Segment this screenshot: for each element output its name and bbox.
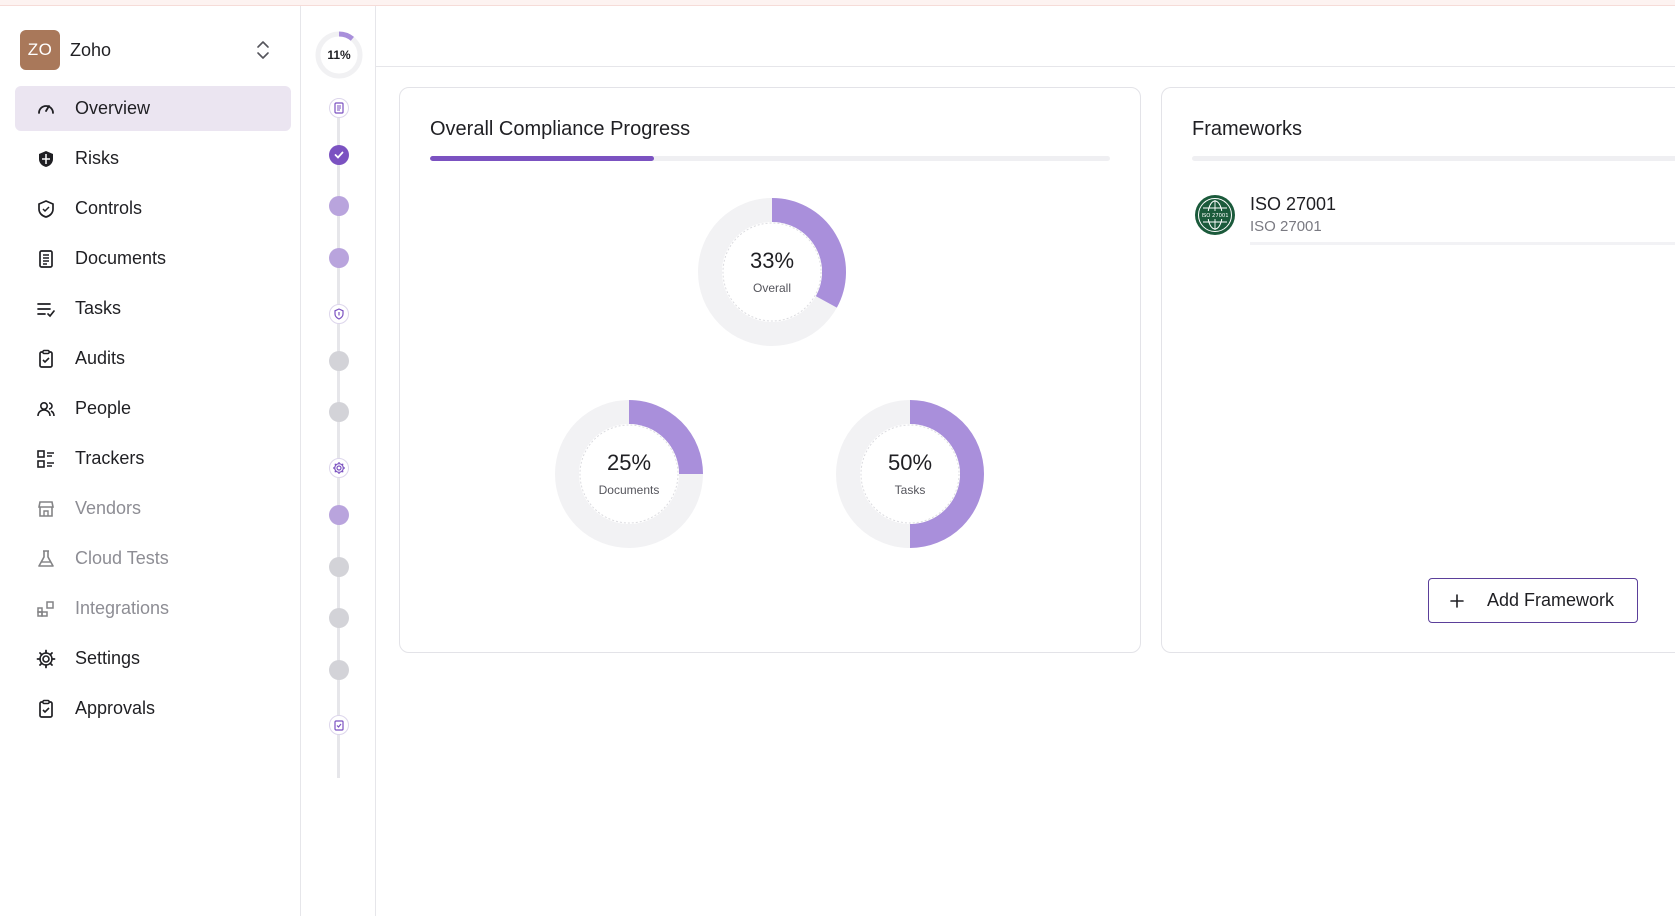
- rail-step-approvals[interactable]: [329, 715, 349, 735]
- gear-icon: [333, 462, 345, 474]
- sidebar-item-label: Documents: [75, 248, 167, 268]
- shield-outline-icon: [35, 198, 57, 220]
- overall-label: Overall: [752, 281, 791, 295]
- rail-step-controls[interactable]: [329, 304, 349, 324]
- compliance-progress-card: Overall Compliance Progress 33% Overall …: [399, 87, 1141, 653]
- clipboard-check-icon: [334, 720, 344, 731]
- plus-icon: [1450, 593, 1464, 608]
- onboarding-progress-rail: 11%: [301, 6, 376, 916]
- main-header: [376, 6, 1675, 67]
- org-name: Zoho: [70, 39, 112, 60]
- rail-step[interactable]: [329, 196, 349, 216]
- sidebar-item-risks[interactable]: Risks: [15, 136, 291, 181]
- gear-icon: [35, 648, 57, 670]
- overall-percent: 33%: [749, 248, 795, 273]
- rail-step[interactable]: [329, 351, 349, 371]
- compliance-progress-bar: [430, 156, 1110, 161]
- store-icon: [35, 498, 57, 520]
- rail-step[interactable]: [329, 402, 349, 422]
- rail-progress-badge[interactable]: 11%: [314, 30, 364, 80]
- flask-icon: [35, 548, 57, 570]
- rail-step-documents[interactable]: [329, 98, 349, 118]
- documents-donut: 25% Documents: [549, 394, 709, 554]
- shield-solid-icon: [35, 148, 57, 170]
- sidebar-item-label: Audits: [75, 348, 126, 368]
- framework-progress-track: [1250, 242, 1675, 245]
- integrations-icon: [35, 598, 57, 620]
- org-avatar: ZO: [20, 30, 60, 70]
- gauge-icon: [35, 98, 57, 120]
- sidebar-item-label: Vendors: [75, 498, 142, 518]
- rail-step[interactable]: [329, 608, 349, 628]
- framework-item[interactable]: ISO 27001 ISO 27001 ISO 27001: [1194, 192, 1675, 245]
- document-list-icon: [334, 102, 344, 114]
- sidebar-item-overview[interactable]: Overview: [15, 86, 291, 131]
- org-switcher[interactable]: ZO Zoho: [20, 30, 285, 70]
- sidebar-item-label: Overview: [75, 98, 151, 118]
- add-framework-button[interactable]: Add Framework: [1428, 578, 1638, 623]
- rail-step[interactable]: [329, 248, 349, 268]
- sidebar-item-label: Integrations: [75, 598, 170, 618]
- sidebar-item-label: Settings: [75, 648, 141, 668]
- sidebar-item-label: Tasks: [75, 298, 122, 318]
- rail-step[interactable]: [329, 505, 349, 525]
- clipboard-check-icon: [35, 698, 57, 720]
- framework-name: ISO 27001: [1250, 194, 1337, 214]
- check-icon: [334, 151, 344, 159]
- sidebar-item-approvals[interactable]: Approvals: [15, 686, 291, 731]
- chevron-updown-icon[interactable]: [255, 40, 271, 60]
- sidebar-item-settings[interactable]: Settings: [15, 636, 291, 681]
- rail-step[interactable]: [329, 557, 349, 577]
- documents-label: Documents: [598, 483, 660, 497]
- rail-step[interactable]: [329, 660, 349, 680]
- sidebar-item-tasks[interactable]: Tasks: [15, 286, 291, 331]
- framework-subtitle: ISO 27001: [1250, 218, 1322, 235]
- sidebar-item-vendors[interactable]: Vendors: [15, 486, 291, 531]
- sidebar-item-label: Controls: [75, 198, 143, 218]
- frameworks-card: Frameworks ISO 27001 ISO 27001 ISO 27001…: [1161, 87, 1675, 653]
- clipboard-check-icon: [35, 348, 57, 370]
- sidebar-item-label: Trackers: [75, 448, 145, 468]
- document-list-icon: [35, 248, 57, 270]
- sidebar: ZO Zoho Overview Risks Controls Document…: [0, 6, 301, 916]
- sidebar-item-people[interactable]: People: [15, 386, 291, 431]
- sidebar-item-audits[interactable]: Audits: [15, 336, 291, 381]
- rail-progress-label: 11%: [327, 48, 351, 62]
- sidebar-item-documents[interactable]: Documents: [15, 236, 291, 281]
- add-framework-label: Add Framework: [1487, 590, 1615, 610]
- documents-percent: 25%: [606, 450, 652, 475]
- sidebar-item-integrations[interactable]: Integrations: [15, 586, 291, 631]
- sidebar-item-controls[interactable]: Controls: [15, 186, 291, 231]
- sidebar-item-label: Risks: [75, 148, 119, 168]
- tasks-percent: 50%: [887, 450, 933, 475]
- sidebar-item-cloud-tests[interactable]: Cloud Tests: [15, 536, 291, 581]
- tasks-donut: 50% Tasks: [830, 394, 990, 554]
- tracker-grid-icon: [35, 448, 57, 470]
- tasks-label: Tasks: [894, 483, 926, 497]
- overall-donut: 33% Overall: [692, 192, 852, 352]
- sidebar-nav: Overview Risks Controls Documents Tasks …: [15, 86, 291, 736]
- frameworks-divider: [1192, 156, 1675, 161]
- shield-outline-icon: [334, 308, 344, 320]
- frameworks-card-title: Frameworks: [1192, 118, 1303, 140]
- sidebar-item-label: Cloud Tests: [75, 548, 169, 568]
- sidebar-item-trackers[interactable]: Trackers: [15, 436, 291, 481]
- logo-text: ISO 27001: [1201, 213, 1228, 219]
- people-icon: [35, 398, 57, 420]
- iso-27001-logo-icon: ISO 27001: [1195, 195, 1235, 235]
- sidebar-item-label: People: [75, 398, 132, 418]
- compliance-card-title: Overall Compliance Progress: [430, 118, 691, 140]
- compliance-progress-fill: [430, 156, 655, 161]
- rail-step-completed[interactable]: [329, 145, 349, 165]
- list-check-icon: [35, 298, 57, 320]
- sidebar-item-label: Approvals: [75, 698, 156, 718]
- rail-step-settings[interactable]: [329, 458, 349, 478]
